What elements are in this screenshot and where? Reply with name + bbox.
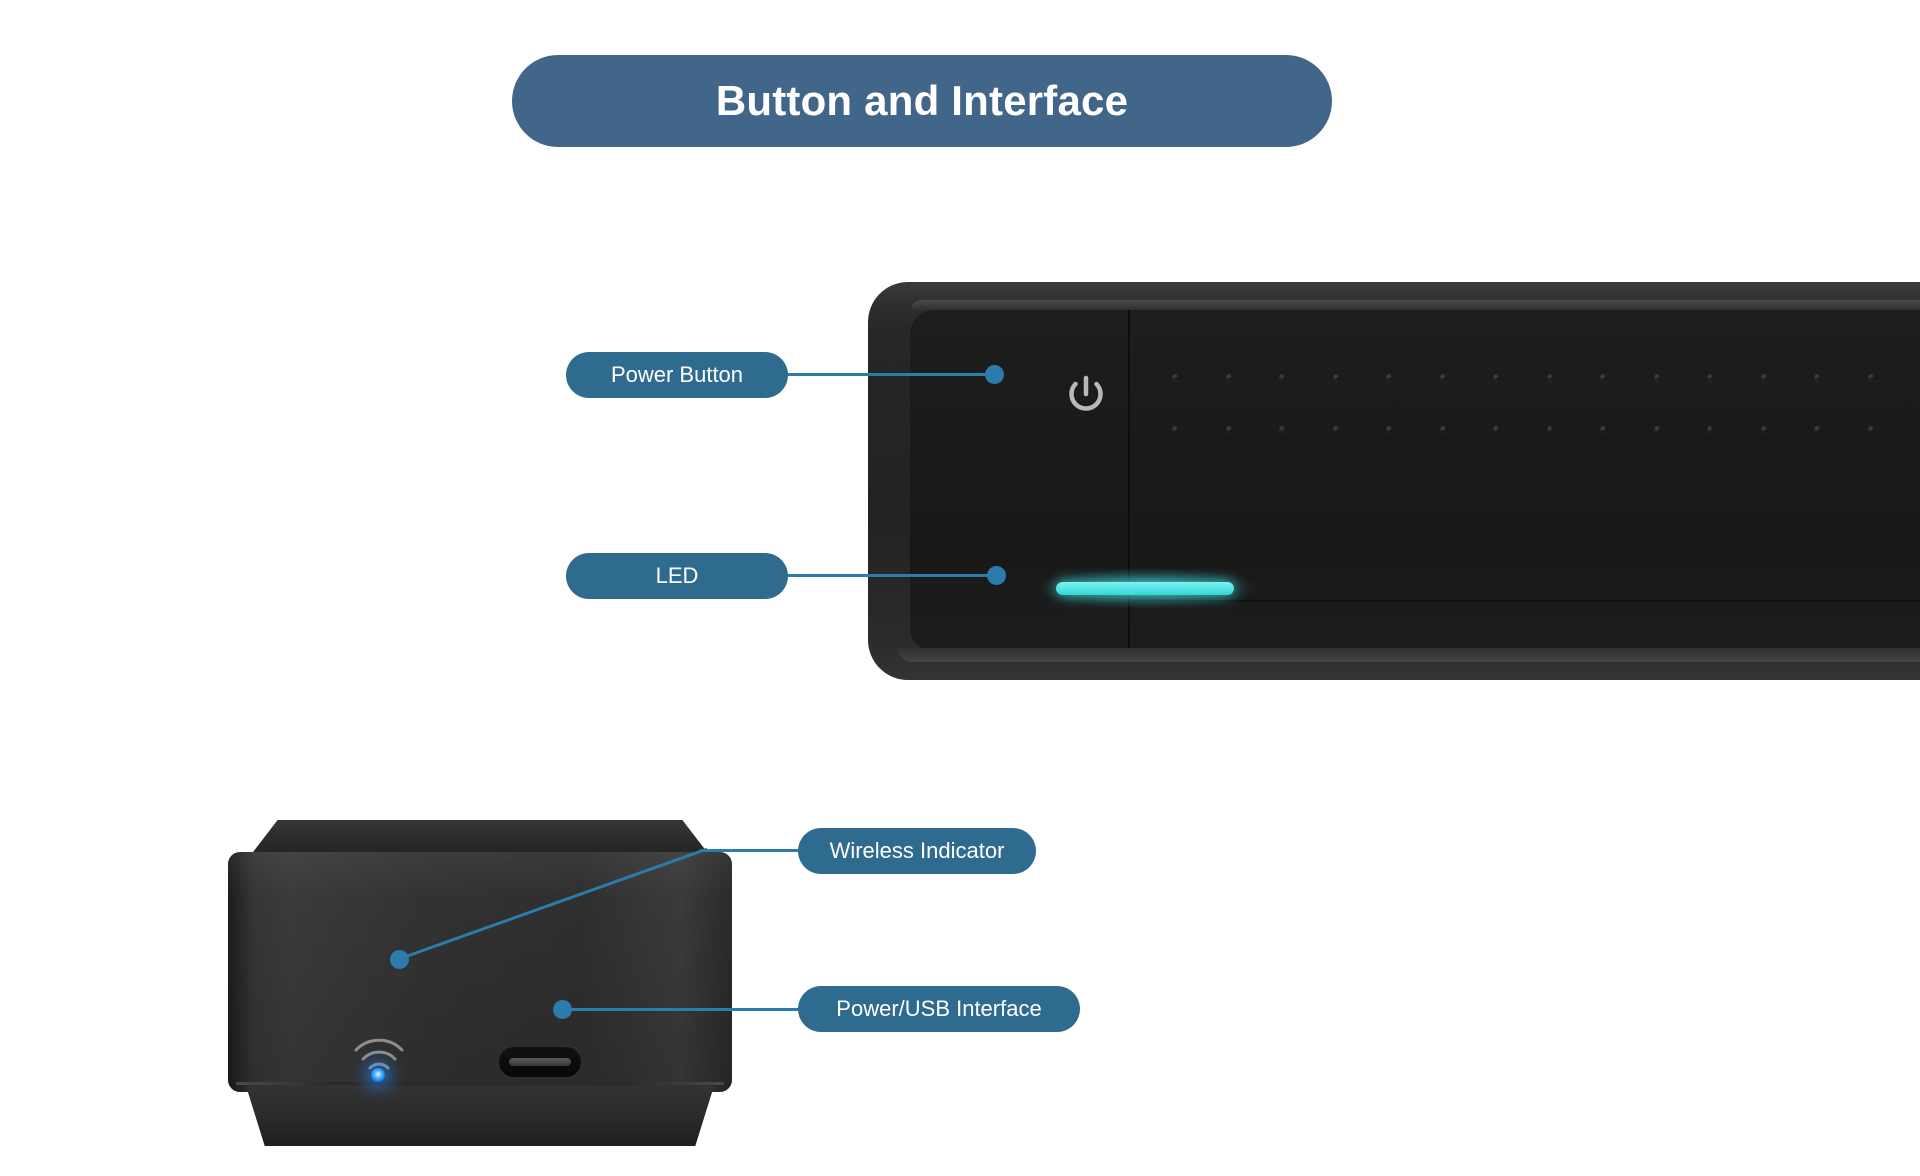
device-top-lower-bevel [898,648,1920,662]
grille-dot [1707,374,1714,381]
grille-dot [1867,426,1875,433]
led-indicator-bar [1056,582,1234,595]
callout-wireless-indicator[interactable]: Wireless Indicator [798,828,1036,874]
speaker-grille-row [1172,426,1920,433]
grille-dot [1814,374,1821,381]
grille-dot [1546,426,1554,433]
grille-dot [1172,374,1179,381]
grille-dot [1332,426,1340,433]
leader-line-usb-interface [560,1008,805,1011]
device-bottom-seam [236,1082,724,1085]
page-title: Button and Interface [715,77,1129,124]
callout-power-usb-interface-label: Power/USB Interface [836,996,1042,1021]
grille-dot [1653,374,1661,381]
leader-line-wireless-horizontal [700,849,805,852]
power-icon[interactable] [1060,370,1112,422]
callout-power-usb-interface[interactable]: Power/USB Interface [798,986,1080,1032]
grille-dot [1225,426,1233,433]
grille-dot [1172,426,1179,433]
grille-dot [1600,426,1607,433]
callout-power-button[interactable]: Power Button [566,352,788,398]
grille-dot [1279,426,1286,433]
device-top-face [910,310,1920,652]
speaker-grille-row [1172,374,1920,381]
leader-dot-wireless-indicator [390,950,409,969]
grille-dot [1493,374,1500,381]
leader-line-power-button [786,373,994,376]
callout-power-button-label: Power Button [610,362,744,387]
grille-dot [1546,374,1554,381]
grille-dot [1279,374,1286,381]
grille-dot [1707,426,1714,433]
grille-dot [1653,426,1661,433]
leader-dot-usb-interface [553,1000,572,1019]
grille-dot [1867,374,1875,381]
grille-dot [1760,426,1768,433]
grille-dot [1386,426,1393,433]
leader-line-led [786,574,996,577]
device-top-speaker-bar [868,282,1920,680]
callout-wireless-indicator-label: Wireless Indicator [829,838,1005,863]
grille-dot [1439,374,1447,381]
grille-dot [1760,374,1768,381]
leader-dot-led [987,566,1006,585]
callout-led[interactable]: LED [566,553,788,599]
grille-dot [1814,426,1821,433]
wireless-status-led [371,1068,385,1082]
usb-c-port[interactable] [496,1044,584,1080]
leader-dot-power-button [985,365,1004,384]
usb-c-tongue [509,1058,571,1066]
device-bottom-base [246,1086,714,1146]
grille-dot [1332,374,1340,381]
grille-dot [1493,426,1500,433]
callout-led-label: LED [655,563,699,588]
grille-dot [1386,374,1393,381]
grille-dot [1600,374,1607,381]
title-banner: Button and Interface [512,55,1332,147]
led-indicator [1038,568,1258,608]
leader-line-wireless-indicator [398,847,708,961]
grille-dot [1439,426,1447,433]
grille-dot [1225,374,1233,381]
